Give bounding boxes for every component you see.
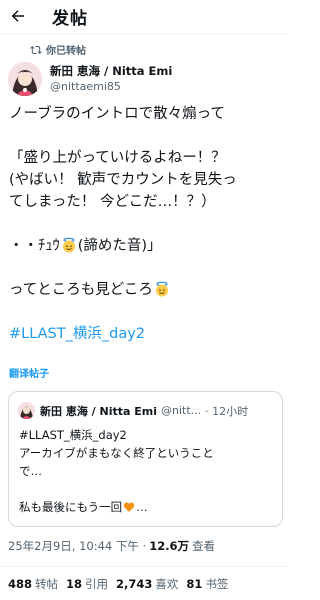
hashtag-link[interactable]: #LLAST_横浜_day2 — [9, 323, 281, 345]
post-author[interactable]: 新田 恵海 / Nitta Emi @nittaemi85 — [8, 62, 172, 96]
quoted-avatar — [18, 402, 35, 419]
repost-indicator: 你已转帖 — [30, 42, 86, 57]
author-handle[interactable]: @nittaemi85 — [50, 79, 172, 94]
quoted-author-handle: @nitt... — [161, 404, 202, 417]
quoted-post-time: · 12小时 — [205, 404, 249, 418]
quoted-line-text: … — [136, 500, 148, 514]
quoted-line: で… — [19, 464, 42, 478]
repost-label: 你已转帖 — [46, 46, 86, 57]
post-line-text: (諦めた音)」 — [77, 238, 162, 254]
orange-heart-icon — [123, 502, 135, 512]
quoted-post-author: 新田 恵海 / Nitta Emi @nitt... · 12小时 — [18, 402, 248, 419]
post-line: ノーブラのイントロで散々煽って — [9, 106, 225, 122]
reposts-label: 转帖 — [35, 577, 59, 591]
angel-emoji-icon — [155, 281, 168, 297]
post-line: てしまった！ 今どこだ…！？） — [9, 194, 216, 210]
likes-stat[interactable]: 2,743 喜欢 — [116, 576, 178, 592]
quoted-line-text: 私も最後にもう一回 — [19, 500, 123, 514]
quoted-post-body: #LLAST_横浜_day2 アーカイブがまもなく終了ということ で… 私も最後… — [19, 426, 277, 516]
post-line: ・・ﾁｭｳ (諦めた音)」 — [9, 235, 281, 257]
bookmarks-count: 81 — [186, 577, 203, 591]
quotes-stat[interactable]: 18 引用 — [66, 576, 108, 592]
bookmarks-stat[interactable]: 81 书签 — [186, 576, 228, 592]
quotes-label: 引用 — [85, 577, 109, 591]
post-line: ってところも見どころ — [9, 279, 281, 301]
header-divider — [0, 34, 288, 35]
top-bar: 发帖 — [0, 0, 288, 32]
back-arrow-icon — [11, 10, 24, 22]
bookmarks-label: 书签 — [205, 577, 229, 591]
post-timestamp[interactable]: 25年2月9日, 10:44 下午 · — [8, 538, 146, 554]
post-line: (やばい！ 歓声でカウントを見失っ — [9, 172, 237, 188]
post-body: ノーブラのイントロで散々煽って 「盛り上がっていけるよねー！？ (やばい！ 歓声… — [9, 103, 281, 345]
page-title: 发帖 — [52, 8, 88, 29]
quoted-post-card[interactable]: 新田 恵海 / Nitta Emi @nitt... · 12小时 #LLAST… — [8, 391, 283, 527]
author-name[interactable]: 新田 恵海 / Nitta Emi — [50, 64, 172, 79]
post-meta: 25年2月9日, 10:44 下午 · 12.6万 查看 — [8, 538, 215, 554]
reposts-stat[interactable]: 488 转帖 — [8, 576, 58, 592]
quoted-line: アーカイブがまもなく終了ということ — [19, 446, 214, 460]
post-line-text: ・・ﾁｭｳ — [9, 238, 60, 254]
quoted-line: #LLAST_横浜_day2 — [19, 428, 127, 442]
repost-icon — [30, 45, 42, 54]
post-line-text: ってところも見どころ — [9, 282, 153, 298]
engagement-stats: 488 转帖 18 引用 2,743 喜欢 81 书签 — [8, 576, 236, 592]
reposts-count: 488 — [8, 577, 33, 591]
quoted-line: 私も最後にもう一回 … — [19, 498, 277, 516]
view-label: 查看 — [192, 539, 216, 553]
likes-count: 2,743 — [116, 577, 153, 591]
likes-label: 喜欢 — [155, 577, 179, 591]
post-line: 「盛り上がっていけるよねー！？ — [9, 150, 226, 166]
avatar[interactable] — [8, 62, 42, 96]
meta-divider — [0, 566, 288, 567]
view-count: 12.6万 — [149, 539, 190, 553]
angel-emoji-icon — [62, 237, 75, 253]
translate-post-button[interactable]: 翻译帖子 — [9, 365, 49, 380]
back-button[interactable] — [2, 0, 34, 32]
quoted-author-name: 新田 恵海 / Nitta Emi — [40, 404, 157, 418]
quotes-count: 18 — [66, 577, 83, 591]
